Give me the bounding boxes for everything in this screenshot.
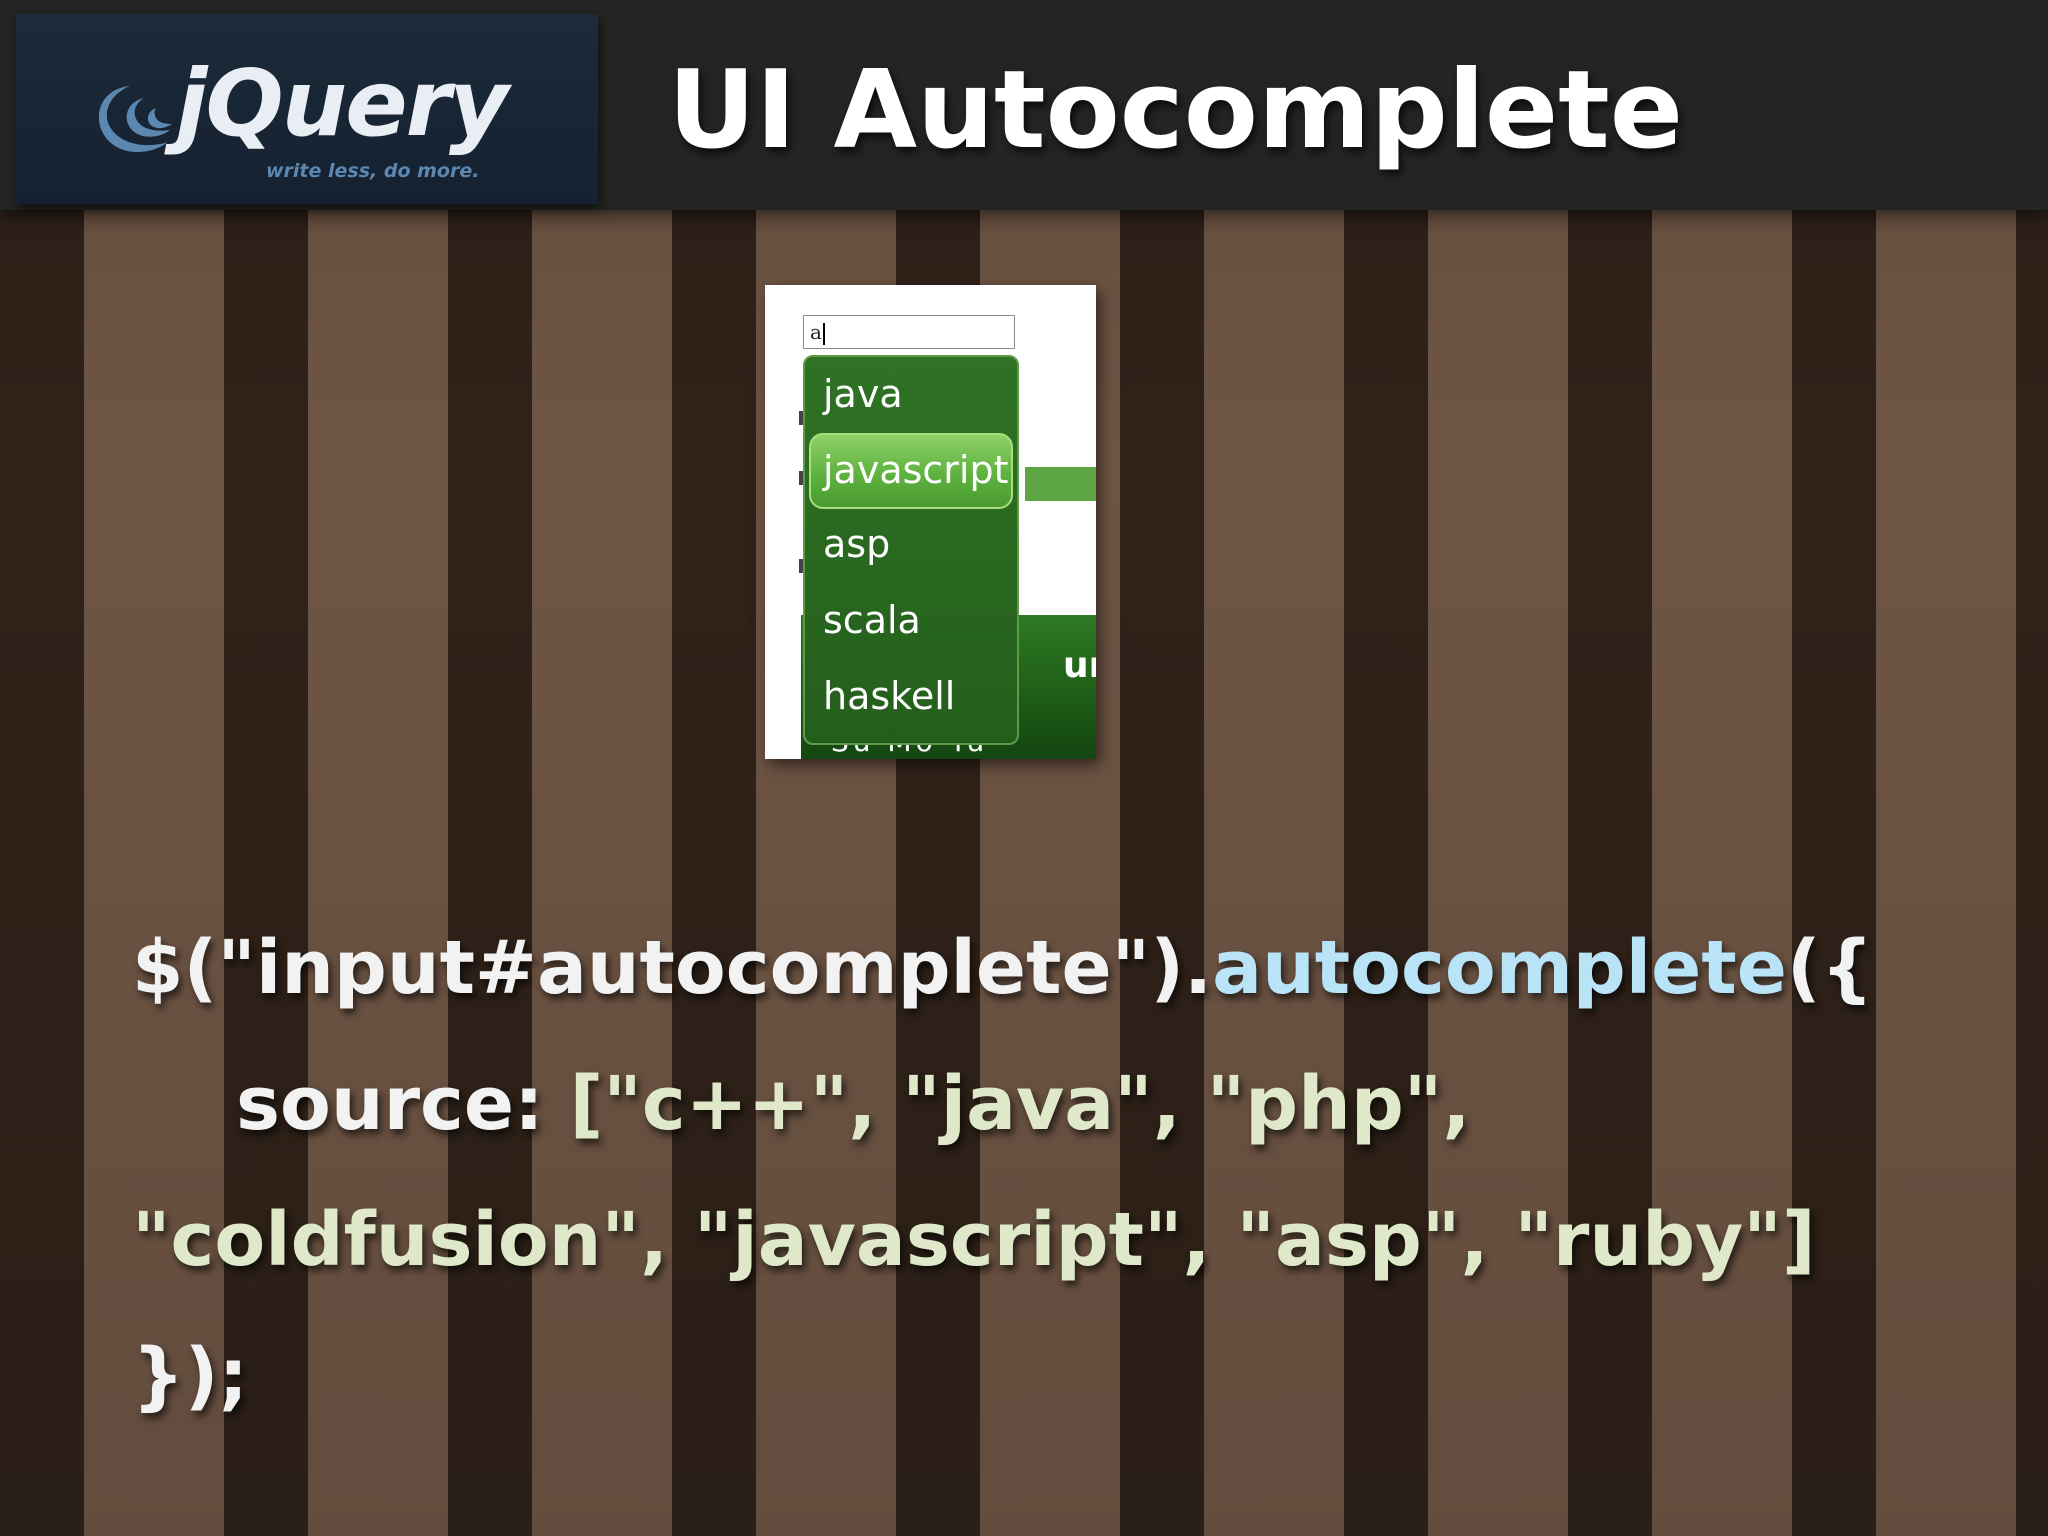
code-sample: $("input#autocomplete").autocomplete({ s… [132, 900, 1873, 1444]
background-green-bar [1025, 467, 1096, 501]
logo-tagline: write less, do more. [266, 160, 480, 182]
code-method: autocomplete [1212, 925, 1787, 1011]
text-caret [822, 322, 825, 345]
autocomplete-demo-screenshot: ur Su Mo Tu a java javascript asp scala … [765, 285, 1096, 759]
logo-wordmark: jQuery [176, 50, 509, 157]
code-line-1: $("input#autocomplete").autocomplete({ [132, 900, 1873, 1036]
code-source-list-part1: ["c++", "java", "php", [569, 1061, 1471, 1147]
code-line-4: }); [132, 1333, 249, 1419]
slide-header: jQuery write less, do more. UI Autocompl… [0, 0, 2048, 210]
autocomplete-input[interactable]: a [803, 315, 1015, 349]
menu-item-asp[interactable]: asp [805, 509, 1017, 585]
code-line-3: "coldfusion", "javascript", "asp", "ruby… [132, 1197, 1816, 1283]
code-selector: $("input#autocomplete"). [132, 925, 1213, 1011]
code-line-2: source: ["c++", "java", "php", [132, 1036, 1873, 1172]
autocomplete-menu: java javascript asp scala haskell [803, 355, 1019, 745]
code-key: source: [236, 1061, 570, 1147]
menu-item-haskell[interactable]: haskell [805, 661, 1017, 737]
page-title: UI Autocomplete [668, 48, 1683, 173]
calendar-header-fragment: ur [1063, 645, 1096, 686]
jquery-swirl-icon [98, 86, 172, 153]
menu-item-javascript-active[interactable]: javascript [809, 433, 1013, 509]
input-value: a [810, 320, 822, 344]
menu-item-java[interactable]: java [805, 359, 1017, 435]
jquery-logo: jQuery write less, do more. [16, 14, 598, 204]
code-open-brace: ({ [1786, 925, 1874, 1011]
menu-item-scala[interactable]: scala [805, 585, 1017, 661]
